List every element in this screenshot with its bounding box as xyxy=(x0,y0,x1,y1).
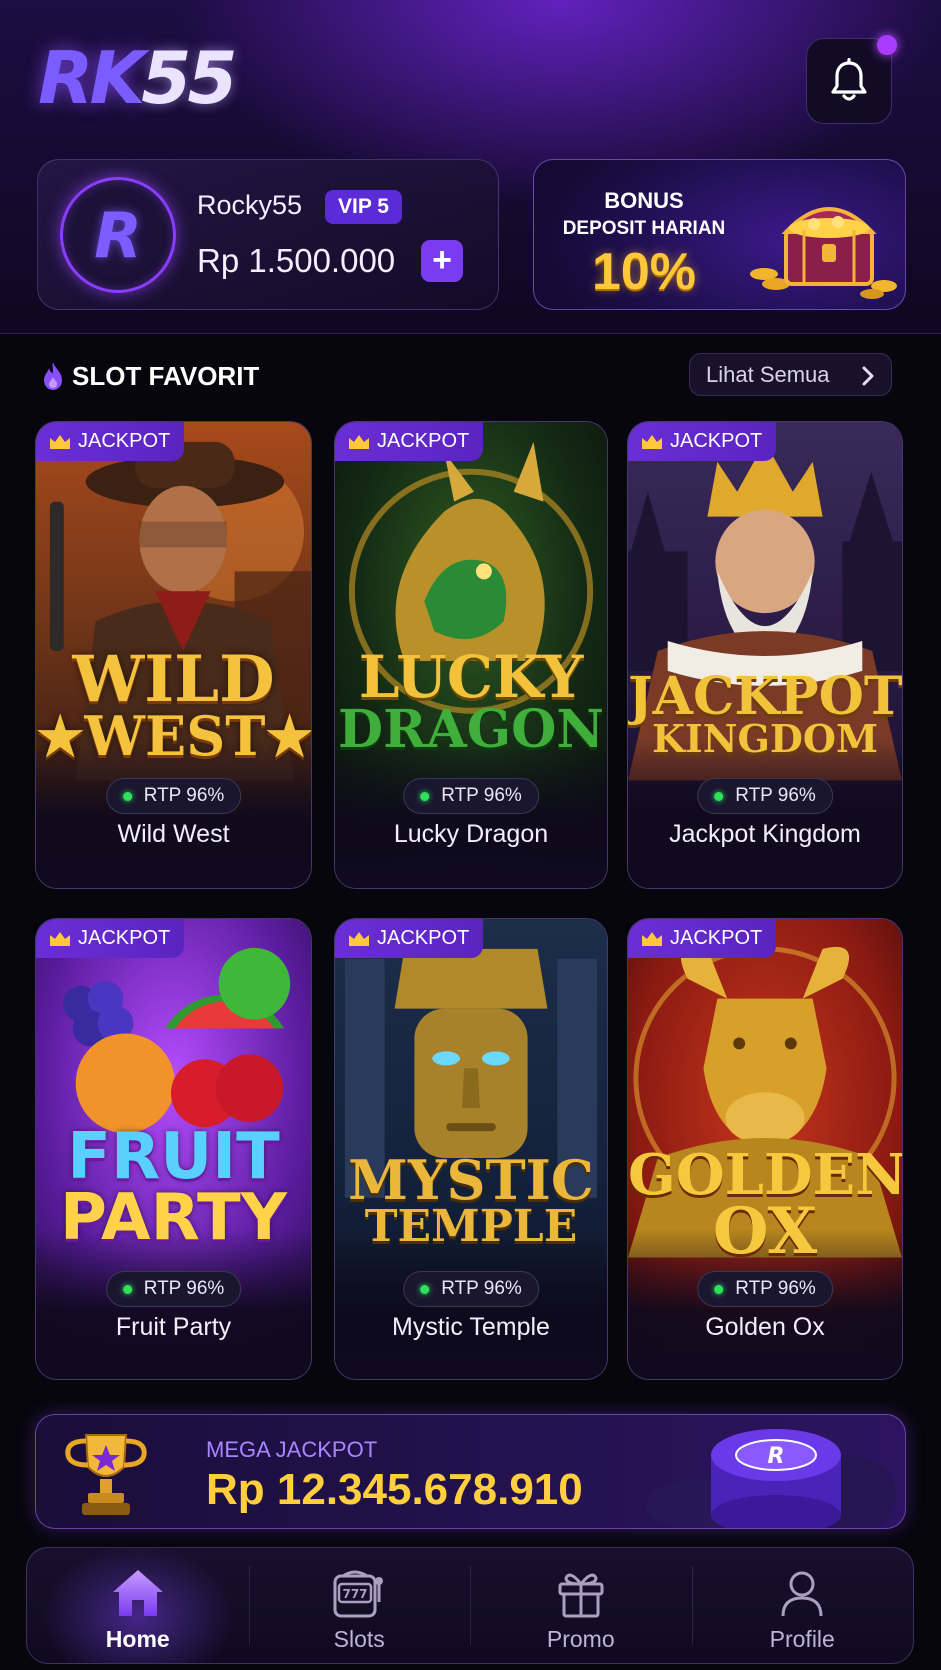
rtp-status-dot xyxy=(122,791,132,801)
nav-label: Home xyxy=(105,1626,170,1652)
user-card: R Rocky55 VIP 5 Rp 1.500.000 + xyxy=(37,159,499,310)
jackpot-badge: JACKPOT xyxy=(628,422,777,461)
bonus-subtitle: DEPOSIT HARIAN xyxy=(562,218,726,239)
crown-icon xyxy=(349,434,369,449)
rtp-badge: RTP 96% xyxy=(403,1271,539,1307)
jackpot-badge: JACKPOT xyxy=(335,919,484,958)
rtp-status-dot xyxy=(420,1284,430,1294)
game-card-fruit-party[interactable]: FRUIT PARTY JACKPOT RTP 96% Fruit Party xyxy=(35,918,312,1380)
slot-machine-icon: 777 xyxy=(333,1570,384,1618)
notification-button[interactable] xyxy=(806,35,897,124)
vip-badge: VIP 5 xyxy=(325,190,402,224)
rtp-status-dot xyxy=(714,1284,724,1294)
mega-jackpot-banner[interactable]: MEGA JACKPOT Rp 12.345.678.910 R xyxy=(35,1414,906,1529)
game-logo-text: GOLDEN OX xyxy=(628,1142,903,1270)
bonus-percent: 10% xyxy=(591,243,697,301)
crown-icon xyxy=(349,931,369,946)
game-name: Mystic Temple xyxy=(392,1313,550,1341)
crown-icon xyxy=(642,434,662,449)
see-all-label: Lihat Semua xyxy=(706,361,830,387)
rtp-status-dot xyxy=(420,791,430,801)
game-logo-text: MYSTIC TEMPLE xyxy=(348,1148,594,1253)
game-logo-text: WILD ★WEST★ xyxy=(36,642,312,768)
rtp-badge: RTP 96% xyxy=(403,778,539,814)
flame-icon xyxy=(44,362,62,390)
balance: Rp 1.500.000 xyxy=(197,242,396,279)
svg-text:777: 777 xyxy=(343,1587,368,1601)
game-name: Jackpot Kingdom xyxy=(669,820,861,848)
app-logo: RK55 xyxy=(38,36,237,120)
chevron-right-icon xyxy=(862,366,874,386)
jackpot-badge: JACKPOT xyxy=(36,422,185,461)
nav-label: Slots xyxy=(333,1626,385,1652)
game-name: Wild West xyxy=(117,820,230,848)
game-card-jackpot-kingdom[interactable]: JACKPOT KINGDOM JACKPOT RTP 96% Jackpot … xyxy=(627,421,903,889)
jackpot-badge: JACKPOT xyxy=(36,919,185,958)
mega-jackpot-value: Rp 12.345.678.910 xyxy=(206,1465,583,1514)
crown-icon xyxy=(642,931,662,946)
game-name: Golden Ox xyxy=(705,1313,825,1341)
home-icon xyxy=(112,1570,163,1616)
add-balance-button[interactable]: + xyxy=(421,240,463,282)
nav-promo[interactable]: Promo xyxy=(470,1548,692,1663)
svg-text:R: R xyxy=(768,1444,785,1469)
nav-home[interactable]: Home xyxy=(27,1548,249,1663)
gift-icon xyxy=(558,1573,604,1618)
treasure-chest-icon xyxy=(750,207,897,299)
mega-jackpot-label: MEGA JACKPOT xyxy=(206,1437,378,1462)
jackpot-badge: JACKPOT xyxy=(628,919,777,958)
section-header: SLOT FAVORIT xyxy=(42,358,259,394)
avatar-letter: R xyxy=(94,198,142,272)
game-card-lucky-dragon[interactable]: LUCKY DRAGON JACKPOT RTP 96% Lucky Drago… xyxy=(334,421,608,889)
game-card-golden-ox[interactable]: GOLDEN OX JACKPOT RTP 96% Golden Ox xyxy=(627,918,903,1380)
casino-chip-icon: R xyxy=(646,1429,896,1528)
game-card-wild-west[interactable]: WILD ★WEST★ JACKPOT RTP 96% Wild West xyxy=(35,421,312,889)
rtp-badge: RTP 96% xyxy=(697,778,833,814)
bottom-nav: Home 777 Slots Promo Profile xyxy=(26,1547,914,1664)
user-icon xyxy=(781,1571,823,1617)
trophy-icon xyxy=(65,1434,147,1515)
nav-label: Promo xyxy=(546,1626,615,1652)
game-logo-text: FRUIT PARTY xyxy=(60,1120,287,1255)
nav-profile[interactable]: Profile xyxy=(691,1548,914,1663)
game-name: Fruit Party xyxy=(115,1313,232,1341)
game-name: Lucky Dragon xyxy=(393,820,549,848)
bonus-banner[interactable]: BONUS DEPOSIT HARIAN 10% xyxy=(533,159,906,310)
crown-icon xyxy=(50,434,70,449)
see-all-button[interactable]: Lihat Semua xyxy=(689,353,892,396)
rtp-status-dot xyxy=(122,1284,132,1294)
app-screen: RK55 R Rocky55 VIP 5 Rp 1.500.000 + BONU… xyxy=(0,0,941,1670)
section-title: SLOT FAVORIT xyxy=(72,360,260,391)
avatar[interactable]: R xyxy=(60,177,176,293)
unread-dot xyxy=(877,35,897,55)
nav-label: Profile xyxy=(769,1626,835,1652)
rtp-badge: RTP 96% xyxy=(697,1271,833,1307)
username: Rocky55 xyxy=(197,190,303,220)
game-card-mystic-temple[interactable]: MYSTIC TEMPLE JACKPOT RTP 96% Mystic Tem… xyxy=(334,918,608,1380)
rtp-badge: RTP 96% xyxy=(105,778,242,814)
game-logo-text: JACKPOT KINGDOM xyxy=(628,666,903,762)
rtp-badge: RTP 96% xyxy=(105,1271,242,1307)
crown-icon xyxy=(50,931,70,946)
game-logo-text: LUCKY DRAGON xyxy=(338,643,604,761)
jackpot-badge: JACKPOT xyxy=(335,422,484,461)
bonus-title: BONUS xyxy=(604,188,684,213)
nav-slots[interactable]: 777 Slots xyxy=(248,1548,471,1663)
bell-icon xyxy=(831,58,867,101)
rtp-status-dot xyxy=(714,791,724,801)
header-divider xyxy=(0,333,941,334)
